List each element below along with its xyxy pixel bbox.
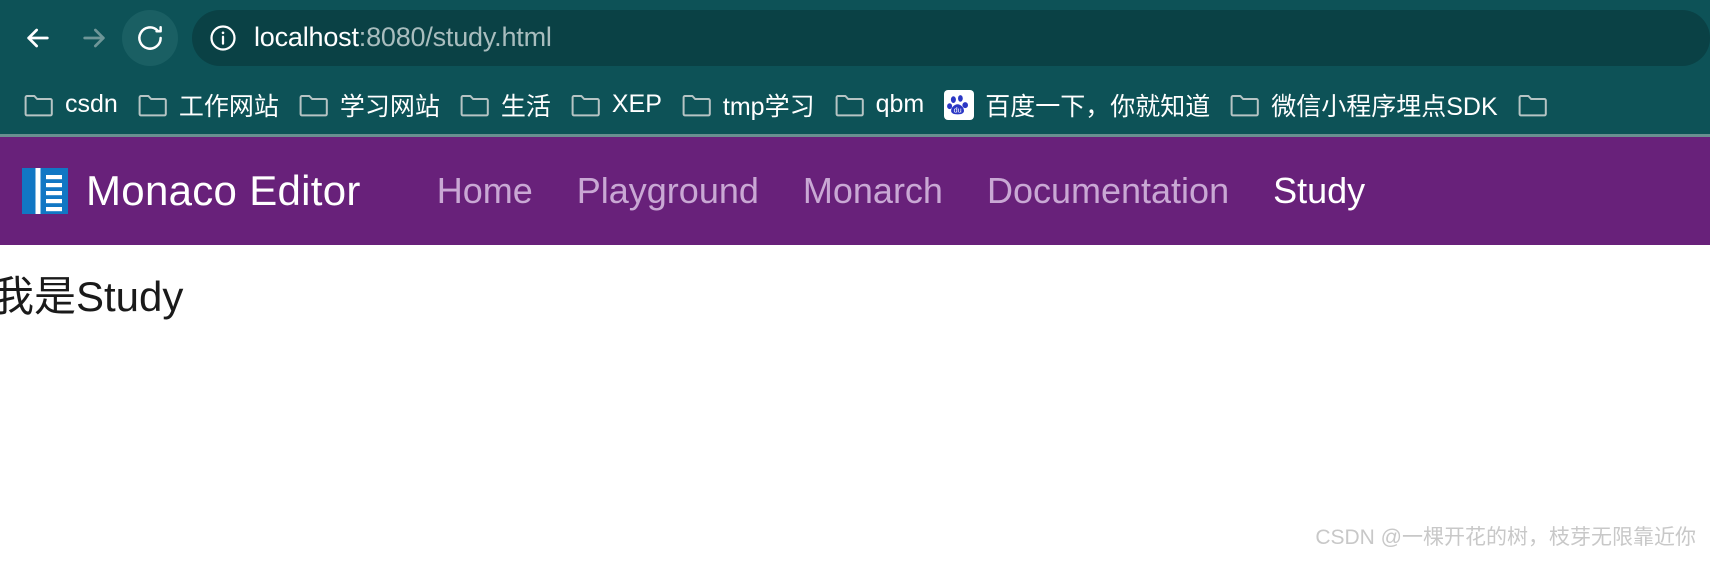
nav-item: Playground <box>555 164 781 218</box>
reload-icon <box>135 23 165 53</box>
bookmark-item[interactable]: tmp学习 <box>672 82 825 128</box>
nav-item: Documentation <box>965 164 1251 218</box>
page-heading: 我是Study <box>0 273 184 320</box>
bookmark-item[interactable]: qbm <box>825 82 935 128</box>
site-navbar: Monaco Editor Home Playground Monarch Docum… <box>0 137 1710 245</box>
nav-item: Monarch <box>781 164 965 218</box>
bookmark-item[interactable]: 工作网站 <box>128 82 289 128</box>
info-circle-icon[interactable] <box>206 21 240 55</box>
brand-name: Monaco Editor <box>86 167 361 214</box>
url-path: :8080/study.html <box>358 22 552 52</box>
bookmarks-bar: csdn 工作网站 学习网站 生活 XEP tmp学习 qbm du 百度一下，… <box>0 75 1710 137</box>
folder-icon <box>24 90 54 120</box>
bookmark-label: tmp学习 <box>722 92 815 121</box>
folder-icon <box>138 90 168 120</box>
bookmark-item[interactable] <box>1508 82 1569 128</box>
nav-link-study[interactable]: Study <box>1251 164 1387 218</box>
back-button[interactable] <box>10 10 66 66</box>
brand-link[interactable]: Monaco Editor <box>22 167 361 215</box>
bookmark-item[interactable]: 微信小程序埋点SDK <box>1220 82 1507 128</box>
svg-text:du: du <box>954 105 962 114</box>
nav-item: Home <box>415 164 555 218</box>
nav-link-monarch[interactable]: Monarch <box>781 164 965 218</box>
nav-link-documentation[interactable]: Documentation <box>965 164 1251 218</box>
arrow-right-icon <box>78 22 110 54</box>
folder-icon <box>835 90 865 120</box>
bookmark-label: csdn <box>65 90 118 118</box>
bookmark-label: qbm <box>875 90 925 118</box>
bookmark-label: 微信小程序埋点SDK <box>1271 92 1498 121</box>
main-nav: Home Playground Monarch Documentation Study <box>415 164 1387 218</box>
address-bar[interactable]: localhost:8080/study.html <box>192 9 1710 66</box>
bookmark-item[interactable]: 学习网站 <box>289 82 450 128</box>
folder-icon <box>1518 90 1548 120</box>
bookmark-label: 学习网站 <box>339 92 440 121</box>
forward-button[interactable] <box>66 10 122 66</box>
folder-icon <box>682 90 712 120</box>
folder-icon <box>571 90 601 120</box>
bookmark-item[interactable]: du 百度一下，你就知道 <box>934 82 1220 128</box>
nav-item: Study <box>1251 164 1387 218</box>
folder-icon <box>1230 90 1260 120</box>
bookmark-label: 百度一下，你就知道 <box>985 92 1211 121</box>
url-host: localhost <box>254 22 359 52</box>
nav-link-playground[interactable]: Playground <box>555 164 781 218</box>
folder-icon <box>299 90 329 120</box>
bookmark-item[interactable]: 生活 <box>450 82 561 128</box>
baidu-favicon: du <box>944 89 975 120</box>
csdn-watermark: CSDN @一棵开花的树，枝芽无限靠近你 <box>1315 526 1696 549</box>
nav-link-home[interactable]: Home <box>415 164 555 218</box>
browser-toolbar: localhost:8080/study.html <box>0 0 1710 75</box>
bookmark-label: 生活 <box>500 92 551 121</box>
url-text: localhost:8080/study.html <box>254 22 552 53</box>
bookmark-item[interactable]: XEP <box>561 82 672 128</box>
monaco-logo-icon <box>22 168 68 214</box>
folder-icon <box>460 90 490 120</box>
bookmark-label: 工作网站 <box>178 92 279 121</box>
arrow-left-icon <box>22 22 54 54</box>
reload-button[interactable] <box>122 9 178 66</box>
bookmark-item[interactable]: csdn <box>14 82 128 128</box>
page-content: 我是Study CSDN @一棵开花的树，枝芽无限靠近你 <box>0 245 1710 559</box>
bookmark-label: XEP <box>611 90 662 118</box>
baidu-favicon: du <box>944 89 975 120</box>
